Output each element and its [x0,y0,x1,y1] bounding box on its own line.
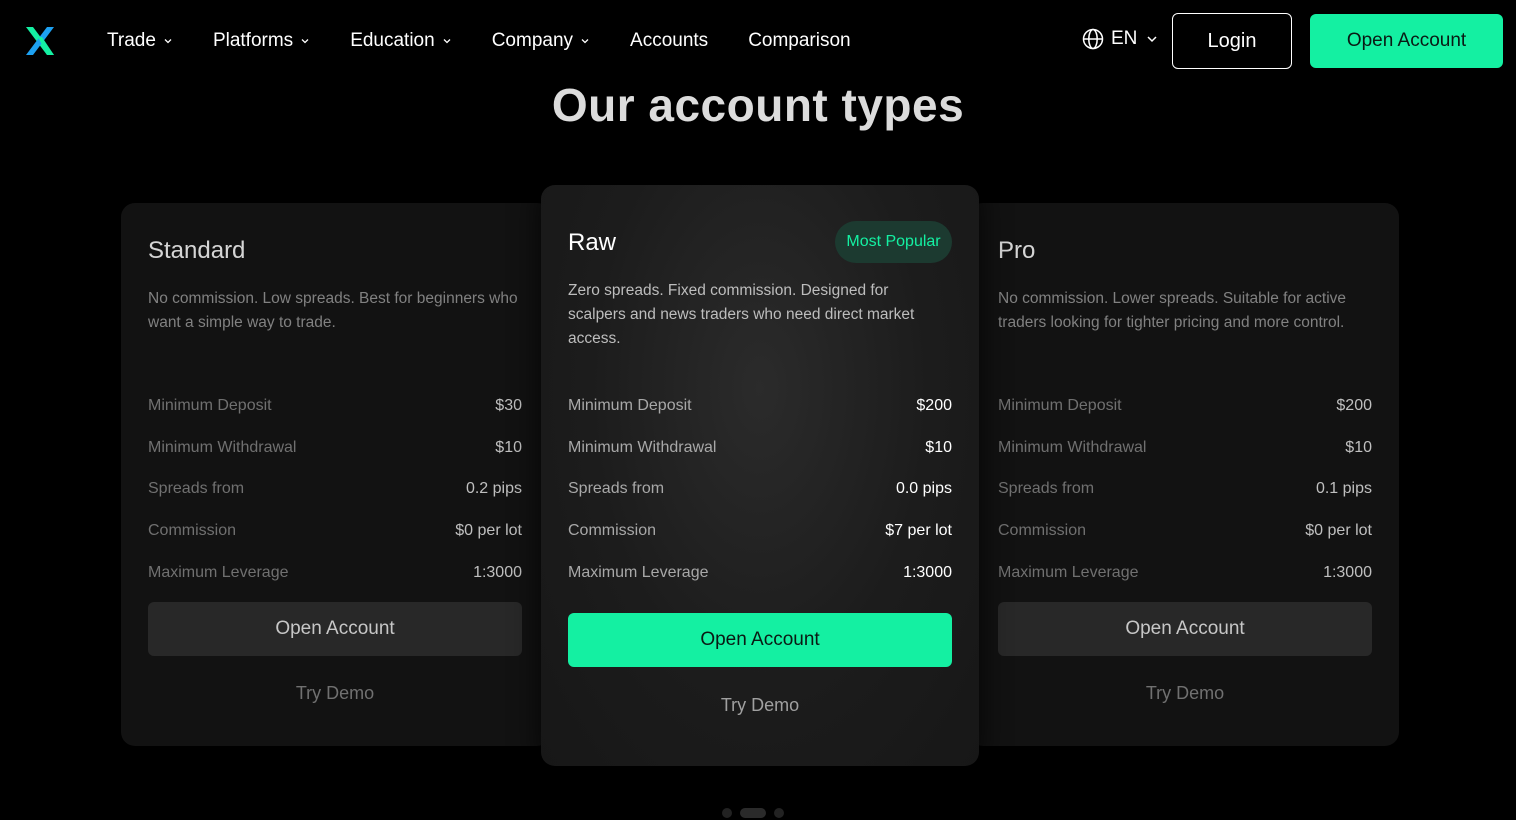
spec-row: Minimum Withdrawal $10 [148,427,522,469]
chevron-down-icon [581,39,589,44]
chevron-down-icon [164,39,172,44]
spec-label: Minimum Withdrawal [148,438,297,456]
spec-value: $0 per lot [455,521,522,539]
spec-value: 1:3000 [903,563,952,581]
spec-value: $10 [1345,438,1372,456]
spec-value: 0.2 pips [465,480,522,498]
spec-value: $0 per lot [1305,521,1372,539]
open-account-pro-button[interactable]: Open Account [998,602,1372,656]
open-account-raw-button[interactable]: Open Account [568,613,952,667]
globe-icon [1082,28,1104,50]
spec-value: $200 [1336,396,1372,414]
section-title: Our account types [551,79,965,131]
spec-value: 1:3000 [473,563,522,581]
spec-row: Commission $0 per lot [148,510,522,552]
menu-item-accounts[interactable]: Accounts [630,30,708,52]
account-name: Pro [998,237,1036,264]
spec-row: Maximum Leverage 1:3000 [568,552,952,594]
spec-value: $30 [495,396,522,414]
try-demo-pro-link[interactable]: Try Demo [998,683,1372,704]
spec-row: Spreads from 0.1 pips [998,468,1372,510]
spec-value: $7 per lot [885,521,952,539]
open-account-standard-button[interactable]: Open Account [148,602,522,656]
menu-item-label: Accounts [630,30,709,51]
chevron-down-icon [443,39,451,44]
menu-item-education[interactable]: Education [350,30,452,52]
try-demo-standard-link[interactable]: Try Demo [148,683,522,704]
spec-label: Commission [998,521,1087,539]
spec-label: Spreads from [148,480,245,498]
spec-label: Spreads from [998,480,1095,498]
spec-row: Commission $0 per lot [998,510,1372,552]
spec-value: $10 [925,438,952,456]
spec-row: Minimum Deposit $30 [148,385,522,427]
spec-label: Minimum Deposit [568,396,692,414]
spec-value: $10 [495,438,522,456]
spec-row: Maximum Leverage 1:3000 [148,552,522,594]
open-account-button[interactable]: Open Account [1310,14,1503,68]
spec-label: Commission [148,521,237,539]
account-name: Raw [568,229,617,256]
spec-value: 1:3000 [1323,563,1372,581]
spec-label: Maximum Leverage [998,563,1139,581]
menu-item-label: Company [491,30,574,51]
login-button[interactable]: Login [1172,13,1292,69]
spec-label: Commission [568,521,657,539]
carousel-dot-active[interactable] [740,808,766,818]
carousel-dot[interactable] [774,808,784,818]
menu-item-label: Platforms [212,30,294,51]
spec-label: Spreads from [568,480,665,498]
menu-item-platforms[interactable]: Platforms [213,30,310,52]
spec-row: Minimum Withdrawal $10 [998,427,1372,469]
menu-item-company[interactable]: Company [492,30,590,52]
spec-label: Minimum Deposit [148,396,272,414]
spec-row: Spreads from 0.2 pips [148,468,522,510]
account-specs: Minimum Deposit $30 Minimum Withdrawal $… [148,385,522,593]
try-demo-raw-link[interactable]: Try Demo [568,695,952,716]
menu-item-label: Comparison [748,30,851,51]
spec-label: Maximum Leverage [568,563,709,581]
most-popular-badge: Most Popular [835,221,952,263]
top-navigation: Trade Platforms Education Company Accoun… [0,0,1516,82]
spec-row: Minimum Deposit $200 [998,385,1372,427]
spec-row: Spreads from 0.0 pips [568,468,952,510]
spec-value: 0.0 pips [895,480,952,498]
spec-value: 0.1 pips [1315,480,1372,498]
menu-item-comparison[interactable]: Comparison [748,30,850,52]
menu-item-label: Trade [107,30,156,51]
account-description: Zero spreads. Fixed commission. Designed… [568,282,915,347]
carousel-pagination [722,808,784,818]
spec-row: Commission $7 per lot [568,510,952,552]
account-card-standard: Standard No commission. Low spreads. Bes… [121,203,551,746]
spec-label: Minimum Deposit [998,396,1122,414]
spec-label: Minimum Withdrawal [998,438,1147,456]
spec-row: Maximum Leverage 1:3000 [998,552,1372,594]
carousel-dot[interactable] [722,808,732,818]
chevron-down-icon [301,39,309,44]
account-specs: Minimum Deposit $200 Minimum Withdrawal … [998,385,1372,593]
account-description: No commission. Low spreads. Best for beg… [148,290,518,331]
spec-label: Minimum Withdrawal [568,438,717,456]
chevron-down-icon [1147,36,1157,43]
x-logo-icon[interactable] [24,26,56,56]
spec-value: $200 [916,396,952,414]
menu-item-trade[interactable]: Trade [107,30,173,52]
spec-label: Maximum Leverage [148,563,289,581]
account-specs: Minimum Deposit $200 Minimum Withdrawal … [568,385,952,593]
account-card-pro: Pro No commission. Lower spreads. Suitab… [969,203,1399,746]
account-name: Standard [148,237,246,264]
language-label: EN [1111,28,1138,49]
account-description: No commission. Lower spreads. Suitable f… [998,290,1347,331]
spec-row: Minimum Withdrawal $10 [568,427,952,469]
main-menu: Trade Platforms Education Company Accoun… [107,0,891,82]
menu-item-label: Education [350,30,435,51]
spec-row: Minimum Deposit $200 [568,385,952,427]
language-selector[interactable]: EN [1082,28,1158,50]
account-card-raw: Raw Most Popular Zero spreads. Fixed com… [541,185,979,766]
